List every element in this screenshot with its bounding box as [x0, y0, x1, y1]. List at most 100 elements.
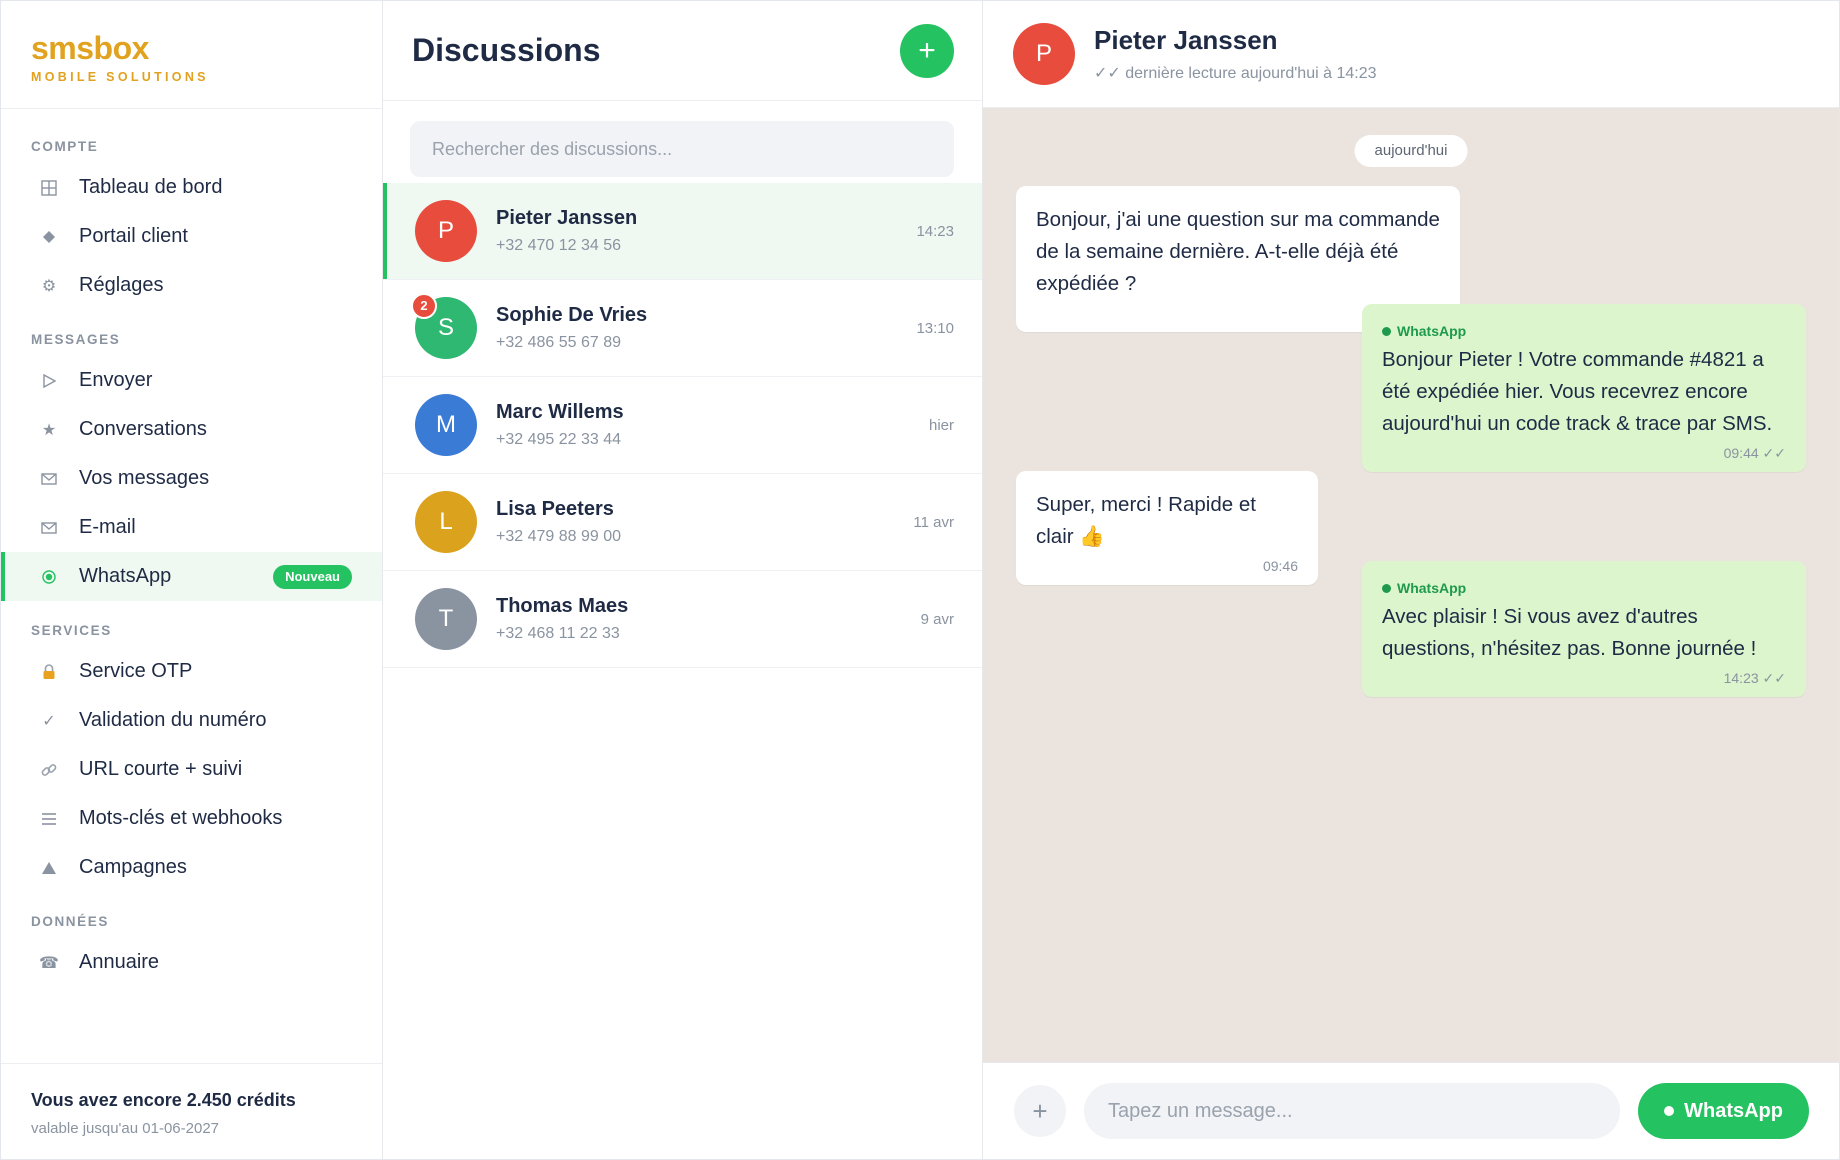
- sidebar-item-validation[interactable]: ✓ Validation du numéro: [1, 696, 382, 745]
- conversation-info: Thomas Maes +32 468 11 22 33: [496, 595, 982, 643]
- new-discussion-button[interactable]: +: [900, 23, 954, 78]
- contact-phone: +32 468 11 22 33: [496, 625, 620, 642]
- list-icon: [39, 809, 59, 829]
- sidebar-item-vos-messages[interactable]: Vos messages: [1, 454, 382, 503]
- envelope-icon: [39, 518, 59, 538]
- channel-name: WhatsApp: [1397, 580, 1467, 596]
- avatar-initial: T: [438, 605, 454, 632]
- sidebar-item-label: Service OTP: [79, 660, 193, 682]
- conversation-item[interactable]: L Lisa Peeters +32 479 88 99 00 11 avr: [383, 474, 982, 571]
- sidebar-item-portail-client[interactable]: Portail client: [1, 212, 382, 261]
- conversation-item[interactable]: M Marc Willems +32 495 22 33 44 hier: [383, 377, 982, 474]
- conversation-item[interactable]: T Thomas Maes +32 468 11 22 33 9 avr: [383, 571, 982, 668]
- credits-panel: Vous avez encore 2.450 crédits valable j…: [1, 1063, 382, 1159]
- sidebar-item-label: Tableau de bord: [79, 176, 223, 198]
- avatar: M: [415, 394, 477, 456]
- sidebar-item-mots-cles[interactable]: Mots-clés et webhooks: [1, 794, 382, 843]
- brand-tagline: MOBILE SOLUTIONS: [31, 70, 209, 84]
- message-text: Bonjour Pieter ! Votre commande #4821 a …: [1382, 348, 1773, 435]
- message-time: 14:23 ✓✓: [1723, 670, 1786, 686]
- search-input[interactable]: [410, 121, 954, 177]
- sidebar-nav: COMPTE Tableau de bord Portail client ⚙ …: [1, 109, 382, 1063]
- sidebar-item-annuaire[interactable]: ☎ Annuaire: [1, 938, 382, 987]
- sidebar-item-label: E-mail: [79, 516, 136, 538]
- contact-phone: +32 470 12 34 56: [496, 237, 622, 254]
- message-bubble-outgoing: WhatsApp Avec plaisir ! Si vous avez d'a…: [1362, 561, 1806, 697]
- contact-name: Marc Willems: [496, 401, 624, 423]
- lock-icon: [39, 662, 59, 682]
- conversation-item[interactable]: P Pieter Janssen +32 470 12 34 56 14:23: [383, 183, 982, 280]
- section-title-messages: MESSAGES: [31, 332, 121, 347]
- avatar-initial: P: [437, 217, 454, 244]
- contact-phone: +32 495 22 33 44: [496, 431, 622, 448]
- send-whatsapp-button[interactable]: WhatsApp: [1638, 1083, 1809, 1139]
- channel-label: WhatsApp: [1382, 322, 1786, 340]
- message-time: 09:46: [1262, 558, 1298, 574]
- sidebar-item-label: URL courte + suivi: [79, 758, 243, 780]
- day-separator: aujourd'hui: [1354, 135, 1468, 167]
- channel-name: WhatsApp: [1397, 323, 1467, 339]
- contact-name: Sophie De Vries: [496, 304, 648, 326]
- sidebar-item-label: Réglages: [79, 274, 164, 296]
- contact-phone: +32 486 55 67 89: [496, 334, 622, 351]
- sidebar-item-url-courte[interactable]: URL courte + suivi: [1, 745, 382, 794]
- avatar: S 2: [411, 293, 477, 359]
- triangle-icon: [39, 858, 59, 878]
- conversation-time: hier: [928, 417, 954, 434]
- credits-title: Vous avez encore 2.450 crédits: [31, 1090, 296, 1110]
- conversation-info: Pieter Janssen +32 470 12 34 56: [496, 207, 982, 255]
- sidebar-item-label: Conversations: [79, 418, 207, 440]
- sidebar-item-label: Mots-clés et webhooks: [79, 807, 283, 829]
- credits-validity: valable jusqu'au 01-06-2027: [31, 1120, 220, 1137]
- whatsapp-dot-icon: [1382, 326, 1391, 336]
- message-bubble-outgoing: WhatsApp Bonjour Pieter ! Votre commande…: [1362, 304, 1806, 472]
- conversation-time: 13:10: [916, 320, 954, 337]
- brand-logo[interactable]: smsbox MOBILE SOLUTIONS: [1, 1, 382, 109]
- sidebar-item-conversations[interactable]: ★ Conversations: [1, 405, 382, 454]
- chat-contact-name: Pieter Janssen: [1094, 25, 1278, 55]
- avatar: P: [1013, 23, 1075, 85]
- search-bar: [383, 101, 982, 183]
- attach-button[interactable]: +: [1014, 1085, 1066, 1137]
- avatar: L: [415, 491, 477, 553]
- message-input[interactable]: [1084, 1083, 1621, 1139]
- contact-name: Lisa Peeters: [496, 498, 614, 520]
- sidebar-item-reglages[interactable]: ⚙ Réglages: [1, 261, 382, 310]
- sidebar-item-service-otp[interactable]: Service OTP: [1, 647, 382, 696]
- new-badge: Nouveau: [273, 565, 352, 589]
- message-composer: + WhatsApp: [983, 1062, 1839, 1159]
- sidebar-item-envoyer[interactable]: Envoyer: [1, 356, 382, 405]
- unread-badge: 2: [411, 293, 437, 319]
- whatsapp-dot-icon: [1664, 1106, 1675, 1116]
- sidebar-item-label: WhatsApp: [79, 565, 172, 587]
- send-button-label: WhatsApp: [1684, 1099, 1783, 1122]
- avatar-initial: P: [1035, 40, 1052, 67]
- sidebar-item-label: Campagnes: [79, 856, 187, 878]
- discussions-panel: Discussions + P Pieter Janssen +32 470 1…: [383, 1, 983, 1159]
- diamond-icon: [39, 227, 59, 247]
- sidebar-item-label: Annuaire: [79, 951, 160, 973]
- link-icon: [39, 760, 59, 780]
- whatsapp-icon: [39, 567, 59, 587]
- conversation-info: Marc Willems +32 495 22 33 44: [496, 401, 982, 449]
- conversation-time: 11 avr: [913, 514, 954, 531]
- brand-name: smsbox: [31, 30, 149, 66]
- conversation-item[interactable]: S 2 Sophie De Vries +32 486 55 67 89 13:…: [383, 280, 982, 377]
- sidebar-item-tableau-de-bord[interactable]: Tableau de bord: [1, 163, 382, 212]
- sidebar: smsbox MOBILE SOLUTIONS COMPTE Tableau d…: [1, 1, 383, 1159]
- sidebar-item-label: Validation du numéro: [79, 709, 267, 731]
- conversation-time: 14:23: [916, 223, 954, 240]
- section-title-compte: COMPTE: [31, 139, 99, 154]
- contact-phone: +32 479 88 99 00: [496, 528, 622, 545]
- message-text: Bonjour, j'ai une question sur ma comman…: [1036, 208, 1440, 295]
- avatar-initial: S: [437, 314, 454, 341]
- sidebar-item-email[interactable]: E-mail: [1, 503, 382, 552]
- channel-label: WhatsApp: [1382, 579, 1786, 597]
- section-title-donnees: DONNÉES: [31, 914, 109, 929]
- discussions-header: Discussions +: [383, 1, 982, 101]
- page-title: Discussions: [412, 32, 601, 68]
- star-icon: ★: [41, 421, 57, 439]
- sidebar-item-campagnes[interactable]: Campagnes: [1, 843, 382, 892]
- whatsapp-dot-icon: [1382, 583, 1391, 593]
- sidebar-item-whatsapp[interactable]: WhatsApp Nouveau: [1, 552, 382, 601]
